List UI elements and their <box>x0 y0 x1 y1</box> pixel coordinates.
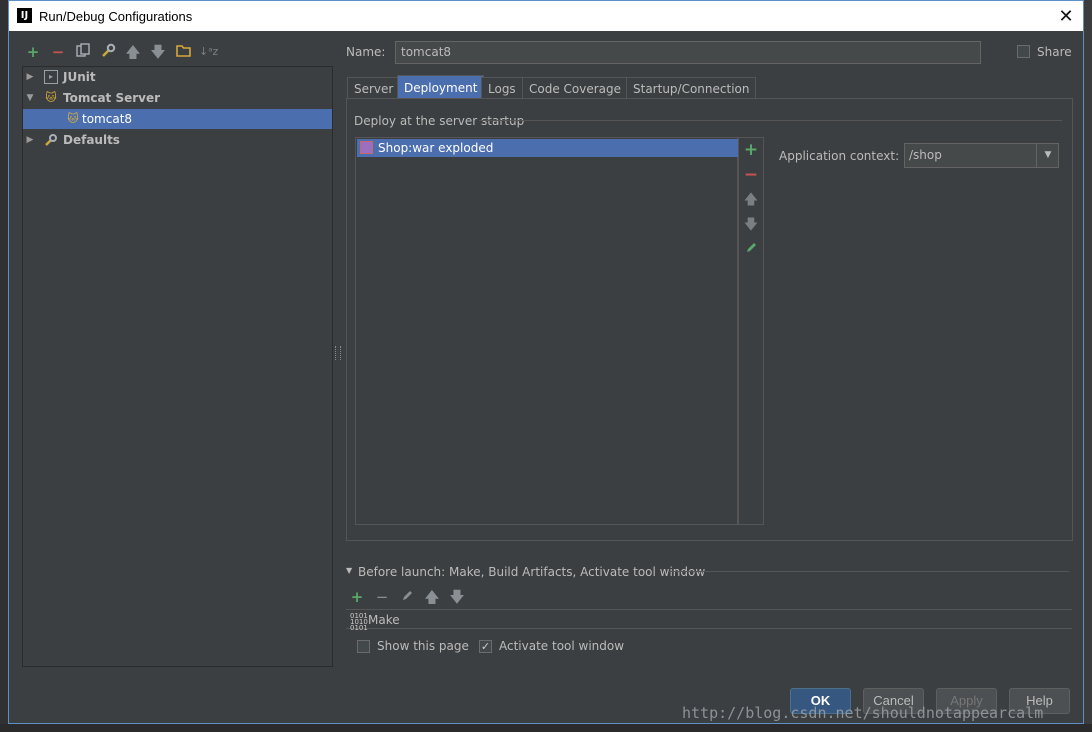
create-folder-button[interactable] <box>174 43 192 61</box>
application-context-combobox[interactable]: /shop ▼ <box>904 143 1059 168</box>
deploy-section-label: Deploy at the server startup <box>354 114 525 128</box>
checkmark-icon: ✓ <box>480 640 491 653</box>
show-this-page-label: Show this page <box>377 639 469 653</box>
artifact-list-item[interactable]: Shop:war exploded <box>357 139 738 157</box>
add-task-button[interactable]: + <box>348 588 366 606</box>
configurations-tree: ▶ ▸ JUnit ▼ 🐱 Tomcat Server 🐱 tomcat8 ▶ … <box>22 66 333 667</box>
section-divider <box>669 571 1069 572</box>
run-debug-dialog: IJ Run/Debug Configurations ✕ + − 🡅 🡇 ↓ᵃ… <box>8 0 1084 724</box>
move-task-down-button[interactable]: 🡇 <box>448 588 466 606</box>
tree-item-tomcat8[interactable]: 🐱 tomcat8 <box>23 109 332 129</box>
edit-defaults-icon <box>101 43 115 57</box>
tomcat-icon: 🐱 <box>67 112 79 125</box>
task-list-item-make[interactable]: 0101 1010 0101 Make <box>346 609 1072 632</box>
tomcat-icon: 🐱 <box>45 91 57 104</box>
make-binary-icon: 0101 1010 0101 <box>350 612 368 632</box>
tab-server[interactable]: Server <box>347 77 401 99</box>
move-down-button[interactable]: 🡇 <box>149 43 167 61</box>
expand-arrow-icon[interactable]: ▶ <box>25 67 35 87</box>
collapse-arrow-icon[interactable]: ▼ <box>25 88 35 108</box>
splitter-handle[interactable] <box>335 346 341 360</box>
move-artifact-up-button[interactable]: 🡅 <box>739 190 763 210</box>
move-up-icon: 🡅 <box>125 43 141 61</box>
move-artifact-down-button[interactable]: 🡇 <box>739 215 763 235</box>
background-editor-right <box>1084 0 1092 732</box>
artifact-list-toolbar: + − 🡅 🡇 <box>738 137 764 525</box>
move-down-icon: 🡇 <box>449 588 465 606</box>
before-launch-label: Before launch: Make, Build Artifacts, Ac… <box>358 565 706 579</box>
activate-tool-window-checkbox[interactable]: ✓ <box>479 640 492 653</box>
copy-configuration-button[interactable] <box>74 43 92 61</box>
show-this-page-checkbox[interactable] <box>357 640 370 653</box>
wrench-icon <box>44 133 58 147</box>
tab-startup-connection[interactable]: Startup/Connection <box>626 77 757 99</box>
remove-icon: − <box>743 165 759 185</box>
tree-item-label: tomcat8 <box>82 112 133 126</box>
remove-icon: − <box>375 588 389 606</box>
task-label: Make <box>368 613 400 627</box>
tree-item-defaults[interactable]: ▶ Defaults <box>23 130 332 150</box>
edit-artifact-button[interactable] <box>739 240 763 260</box>
move-up-icon: 🡅 <box>424 588 440 606</box>
tree-item-label: JUnit <box>63 70 96 84</box>
move-task-up-button[interactable]: 🡅 <box>423 588 441 606</box>
add-icon: + <box>26 43 40 61</box>
name-label: Name: <box>346 45 386 59</box>
artifact-label: Shop:war exploded <box>378 141 494 155</box>
tab-code-coverage[interactable]: Code Coverage <box>522 77 629 99</box>
watermark: http://blog.csdn.net/shouldnotappearcalm <box>682 704 1044 722</box>
tab-deployment[interactable]: Deployment <box>397 75 485 99</box>
share-label: Share <box>1037 45 1072 59</box>
tree-item-junit[interactable]: ▶ ▸ JUnit <box>23 67 332 87</box>
sort-button[interactable]: ↓ᵃz <box>199 43 219 61</box>
application-context-value: /shop <box>909 148 942 162</box>
remove-icon: − <box>51 43 65 61</box>
junit-icon: ▸ <box>44 70 58 84</box>
artifact-war-icon <box>360 141 373 154</box>
title-bar: IJ Run/Debug Configurations ✕ <box>9 1 1083 31</box>
dropdown-arrow-icon[interactable]: ▼ <box>1036 144 1059 167</box>
share-checkbox[interactable] <box>1017 45 1030 58</box>
remove-configuration-button[interactable]: − <box>49 43 67 61</box>
pencil-icon <box>746 243 756 252</box>
close-button[interactable]: ✕ <box>1055 5 1077 27</box>
add-icon: + <box>743 140 759 160</box>
remove-artifact-button[interactable]: − <box>739 165 763 185</box>
tree-item-label: Tomcat Server <box>63 91 161 105</box>
name-input[interactable]: tomcat8 <box>395 41 981 64</box>
folder-icon <box>175 45 191 57</box>
move-down-icon: 🡇 <box>150 43 166 61</box>
copy-icon <box>76 43 90 57</box>
add-artifact-button[interactable]: + <box>739 140 763 160</box>
move-up-icon: 🡅 <box>743 192 759 208</box>
application-context-label: Application context: <box>779 149 900 163</box>
tab-logs[interactable]: Logs <box>481 77 523 99</box>
background-editor-left <box>0 0 8 732</box>
background-editor-bottom <box>0 724 1092 732</box>
edit-task-button[interactable] <box>398 588 416 606</box>
edit-defaults-button[interactable] <box>99 43 117 61</box>
move-up-button[interactable]: 🡅 <box>124 43 142 61</box>
window-title: Run/Debug Configurations <box>39 9 193 24</box>
collapse-arrow-icon[interactable]: ▼ <box>346 566 352 575</box>
tree-item-label: Defaults <box>63 133 120 147</box>
add-configuration-button[interactable]: + <box>24 43 42 61</box>
close-icon: ✕ <box>1058 6 1074 26</box>
intellij-app-icon: IJ <box>17 8 32 23</box>
tree-item-tomcat-server[interactable]: ▼ 🐱 Tomcat Server <box>23 88 332 108</box>
remove-task-button[interactable]: − <box>373 588 391 606</box>
artifact-list: Shop:war exploded <box>355 137 738 525</box>
move-down-icon: 🡇 <box>743 217 759 233</box>
add-icon: + <box>350 588 364 606</box>
expand-arrow-icon[interactable]: ▶ <box>25 130 35 150</box>
sort-icon: ↓ᵃz <box>199 45 219 58</box>
activate-tool-window-label: Activate tool window <box>499 639 625 653</box>
section-divider <box>479 120 1062 121</box>
pencil-icon <box>402 591 412 600</box>
